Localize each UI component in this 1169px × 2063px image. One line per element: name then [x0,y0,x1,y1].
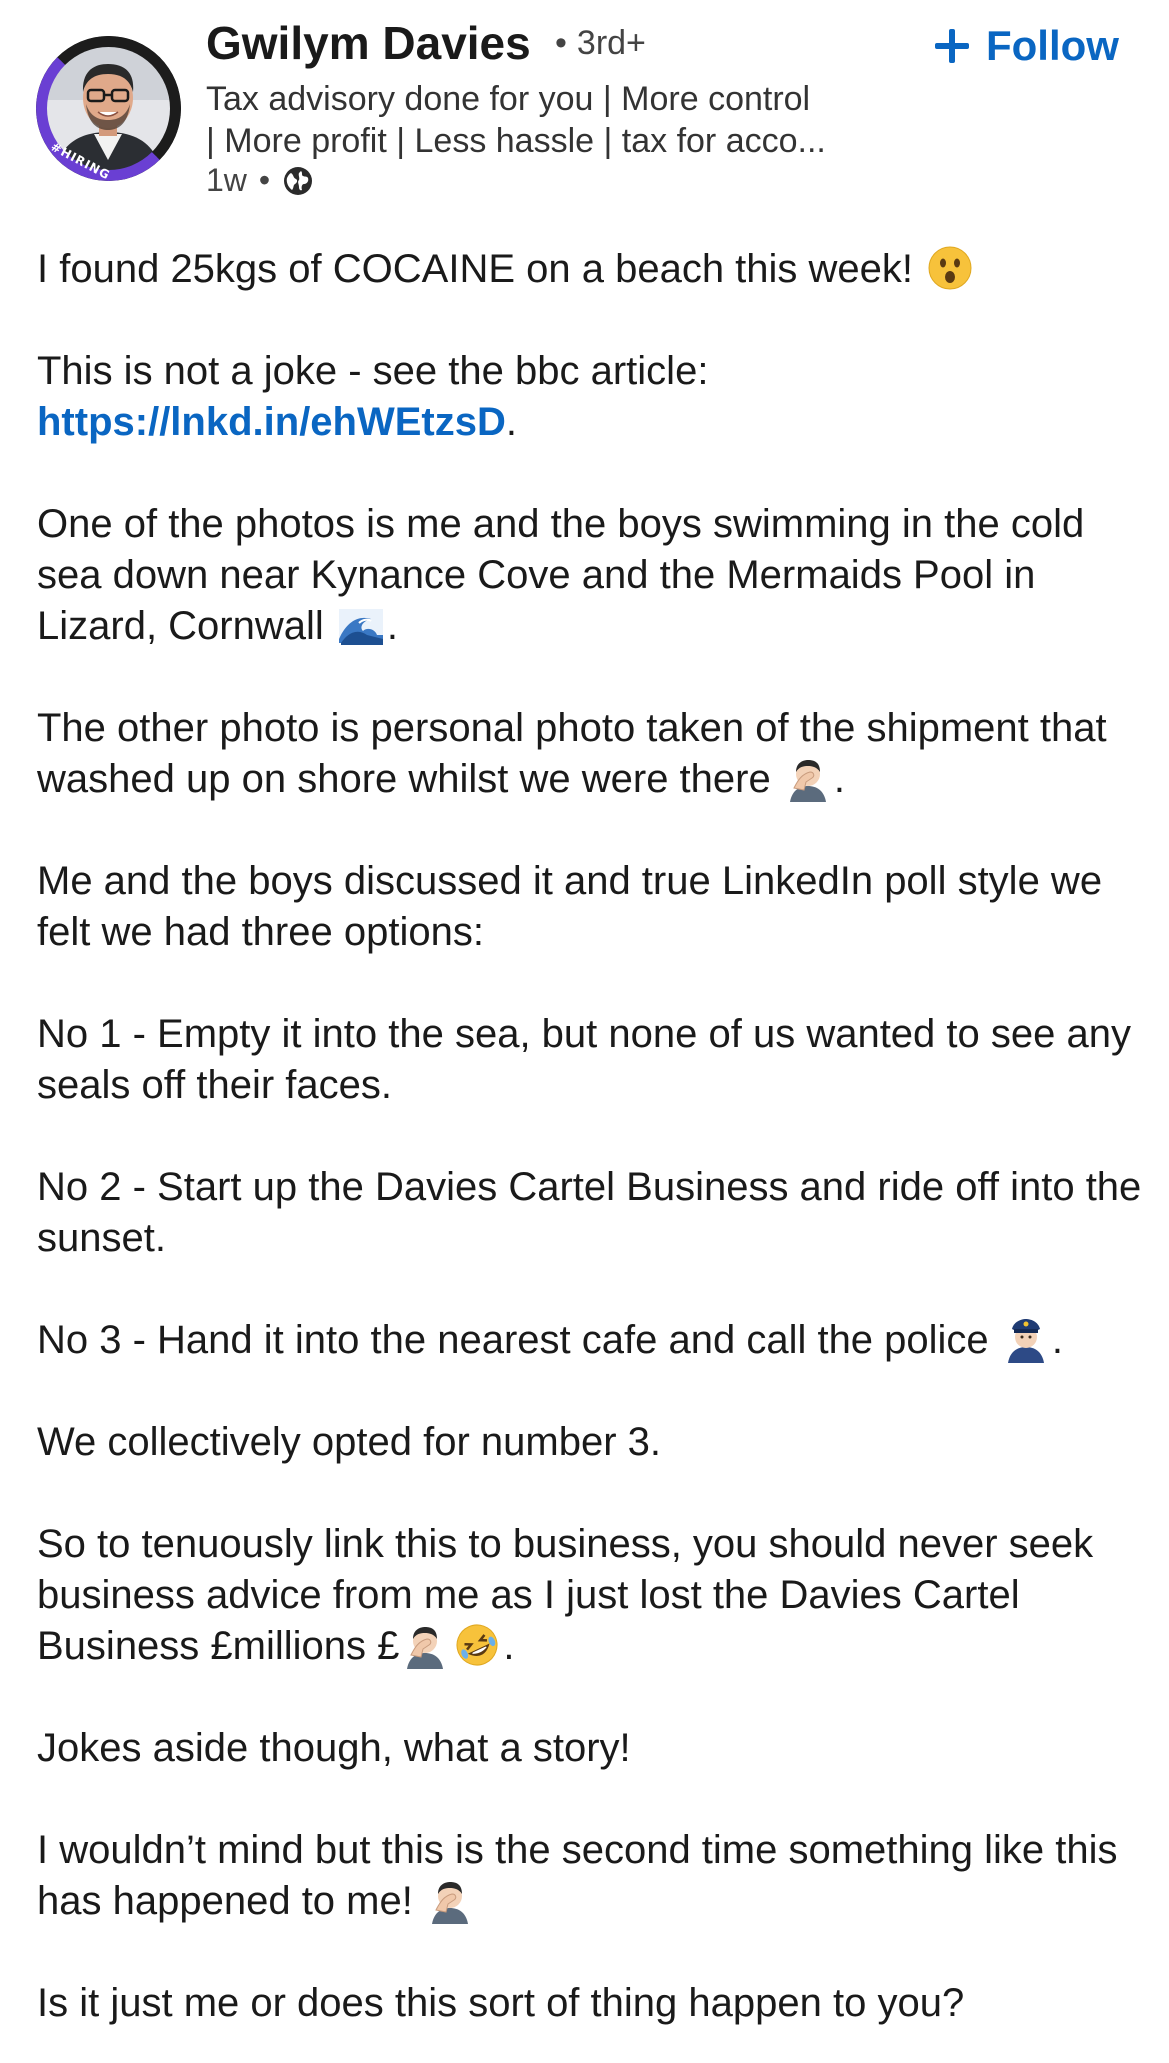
surprised-face-emoji [926,244,974,292]
punctuation: . [1051,1318,1063,1362]
paragraph-text: No 1 - Empty it into the sea, but none o… [37,1012,1131,1107]
police-officer-emoji [1002,1315,1050,1363]
article-link[interactable]: https://lnkd.in/ehWEtzsD [37,400,506,444]
water-wave-emoji [337,601,385,649]
paragraph-text: No 2 - Start up the Davies Cartel Busine… [37,1165,1142,1260]
separator-dot: • [555,24,567,62]
paragraph-text: This is not a joke - see the bbc article… [37,349,709,393]
post-paragraph: This is not a joke - see the bbc article… [37,346,1147,448]
follow-label: Follow [986,22,1119,69]
man-facepalming-emoji [401,1621,449,1669]
post-paragraph: I wouldn’t mind but this is the second t… [37,1825,1147,1927]
post-paragraph: We collectively opted for number 3. [37,1417,1147,1468]
post-paragraph: So to tenuously link this to business, y… [37,1519,1147,1672]
post-paragraph: One of the photos is me and the boys swi… [37,499,1147,652]
post-paragraph: I found 25kgs of COCAINE on a beach this… [37,244,1147,295]
post-paragraph: No 1 - Empty it into the sea, but none o… [37,1009,1147,1111]
post-meta: 1w • [206,162,314,199]
post-paragraph: No 3 - Hand it into the nearest cafe and… [37,1315,1147,1366]
author-name[interactable]: Gwilym Davies [206,16,531,70]
paragraph-text: Jokes aside though, what a story! [37,1726,631,1770]
hiring-ring [36,36,181,181]
man-facepalming-emoji [784,754,832,802]
follow-button[interactable]: Follow [932,22,1119,70]
post-paragraph: Jokes aside though, what a story! [37,1723,1147,1774]
paragraph-text: The other photo is personal photo taken … [37,706,1107,801]
plus-icon [932,26,972,66]
globe-icon [282,165,314,197]
separator-dot: • [258,162,271,198]
post-paragraph: No 2 - Start up the Davies Cartel Busine… [37,1162,1147,1264]
punctuation: . [503,1624,515,1668]
paragraph-text: One of the photos is me and the boys swi… [37,502,1085,648]
post-paragraph: The other photo is personal photo taken … [37,703,1147,805]
paragraph-text: I wouldn’t mind but this is the second t… [37,1828,1118,1923]
post-header: #HIRING Gwilym Davies • 3rd+ Tax advisory… [0,0,1169,200]
post-paragraph: Me and the boys discussed it and true Li… [37,856,1147,958]
man-facepalming-emoji [426,1876,474,1924]
author-headline: Tax advisory done for you | More control… [206,80,826,160]
paragraph-text: I found 25kgs of COCAINE on a beach this… [37,247,914,291]
paragraph-text: We collectively opted for number 3. [37,1420,662,1464]
post-body: I found 25kgs of COCAINE on a beach this… [37,244,1147,2029]
punctuation: . [833,757,845,801]
post-paragraph: Is it just me or does this sort of thing… [37,1978,1147,2029]
punctuation: . [386,604,399,648]
rolling-on-floor-laughing-emoji [453,1621,501,1669]
paragraph-text: So to tenuously link this to business, y… [37,1522,1094,1668]
paragraph-text: Is it just me or does this sort of thing… [37,1981,965,2025]
avatar[interactable]: #HIRING [36,36,181,181]
post-time: 1w [206,162,247,198]
paragraph-text: Me and the boys discussed it and true Li… [37,859,1103,954]
paragraph-text: No 3 - Hand it into the nearest cafe and… [37,1318,989,1362]
degree-label: 3rd+ [576,24,646,62]
punctuation: . [505,400,517,444]
connection-degree: • 3rd+ [555,24,646,63]
